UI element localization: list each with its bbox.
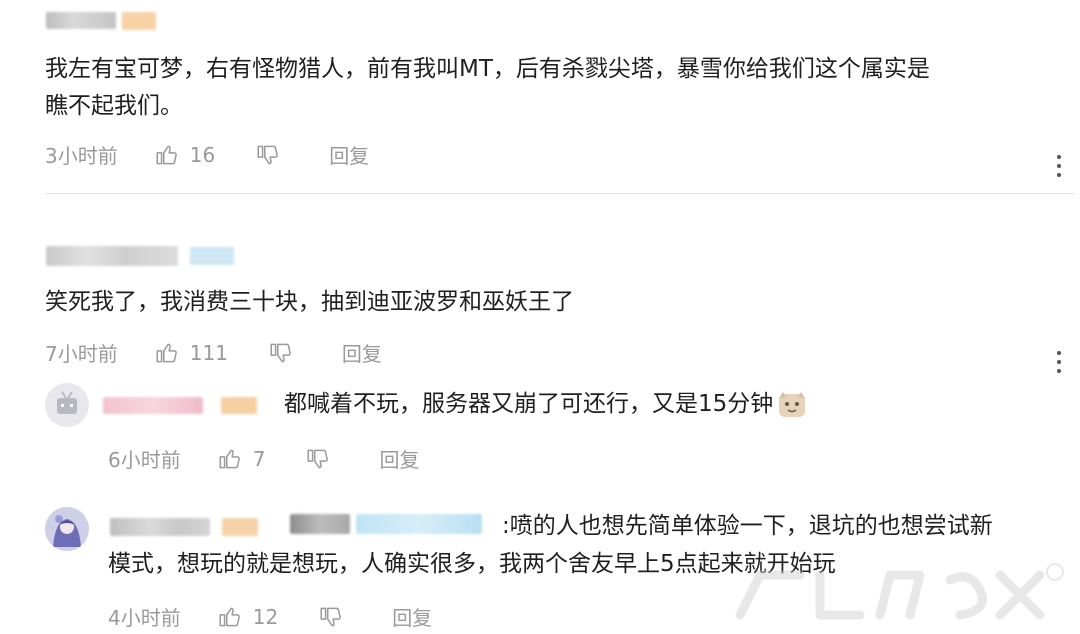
reply-target-blurred[interactable] <box>290 514 350 534</box>
username-blurred[interactable] <box>46 246 178 266</box>
timestamp: 7小时前 <box>45 342 118 366</box>
thumb-down-icon <box>307 449 329 468</box>
dislike-button[interactable] <box>255 142 281 168</box>
user-badge-blurred <box>222 518 258 536</box>
like-count: 7 <box>252 446 266 471</box>
comment-text: 笑死我了，我消费三十块，抽到迪亚波罗和巫妖王了 <box>45 289 574 315</box>
thumb-up-icon <box>156 145 177 164</box>
divider <box>45 193 1075 194</box>
avatar-anime-icon <box>45 507 89 551</box>
more-vertical-icon[interactable] <box>1056 351 1062 378</box>
reply-button[interactable]: 回复 <box>329 140 369 169</box>
thumb-down-icon <box>320 607 342 626</box>
username-blurred[interactable] <box>46 12 116 29</box>
thumb-up-icon <box>219 607 240 626</box>
reply-button[interactable]: 回复 <box>342 338 382 367</box>
username-blurred[interactable] <box>110 518 210 536</box>
avatar-tv-icon <box>57 391 77 414</box>
reply-text-line-1: :喷的人也想先简单体验一下，退坑的也想尝试新 <box>502 513 993 539</box>
user-badge-blurred <box>190 247 234 265</box>
avatar[interactable] <box>45 383 89 427</box>
thumb-up-icon <box>156 343 177 362</box>
like-count: 111 <box>189 340 228 365</box>
like-button[interactable]: 7 <box>217 446 266 472</box>
avatar[interactable] <box>45 507 89 551</box>
user-badge-blurred <box>221 397 257 414</box>
more-vertical-icon[interactable] <box>1056 155 1062 182</box>
comment-meta: 7小时前 111 回复 <box>45 338 382 367</box>
comment-text-line-1: 我左有宝可梦，右有怪物猎人，前有我叫MT，后有杀戮尖塔，暴雪你给我们这个属实是 <box>45 56 930 82</box>
dislike-button[interactable] <box>268 340 294 366</box>
timestamp: 3小时前 <box>45 144 118 168</box>
thumb-down-icon <box>257 145 279 164</box>
timestamp: 6小时前 <box>108 448 181 472</box>
reply-meta: 4小时前 12 回复 <box>108 602 432 631</box>
reply-meta: 6小时前 7 回复 <box>108 444 419 473</box>
reply-button[interactable]: 回复 <box>379 444 419 473</box>
reply-target-name-blurred[interactable] <box>356 514 482 534</box>
watermark-logo <box>735 563 1064 620</box>
like-count: 16 <box>189 142 216 167</box>
comment-meta: 3小时前 16 回复 <box>45 140 369 169</box>
thumb-down-icon <box>270 343 291 362</box>
like-button[interactable]: 111 <box>154 340 228 366</box>
like-count: 12 <box>252 604 279 629</box>
thumb-up-icon <box>219 449 240 468</box>
reply-text-content: 都喊着不玩，服务器又崩了可还行，又是15分钟 <box>284 391 774 417</box>
dislike-button[interactable] <box>318 604 344 630</box>
like-button[interactable]: 16 <box>154 142 215 168</box>
reply-button[interactable]: 回复 <box>392 602 432 631</box>
timestamp: 4小时前 <box>108 606 181 630</box>
user-badge-blurred <box>122 12 156 30</box>
like-button[interactable]: 12 <box>217 604 278 630</box>
dislike-button[interactable] <box>305 446 331 472</box>
username-blurred[interactable] <box>103 397 203 414</box>
emoji-face-icon <box>779 391 806 417</box>
comment-text-line-2: 瞧不起我们。 <box>45 93 183 119</box>
reply-text: 都喊着不玩，服务器又崩了可还行，又是15分钟 <box>284 386 807 423</box>
